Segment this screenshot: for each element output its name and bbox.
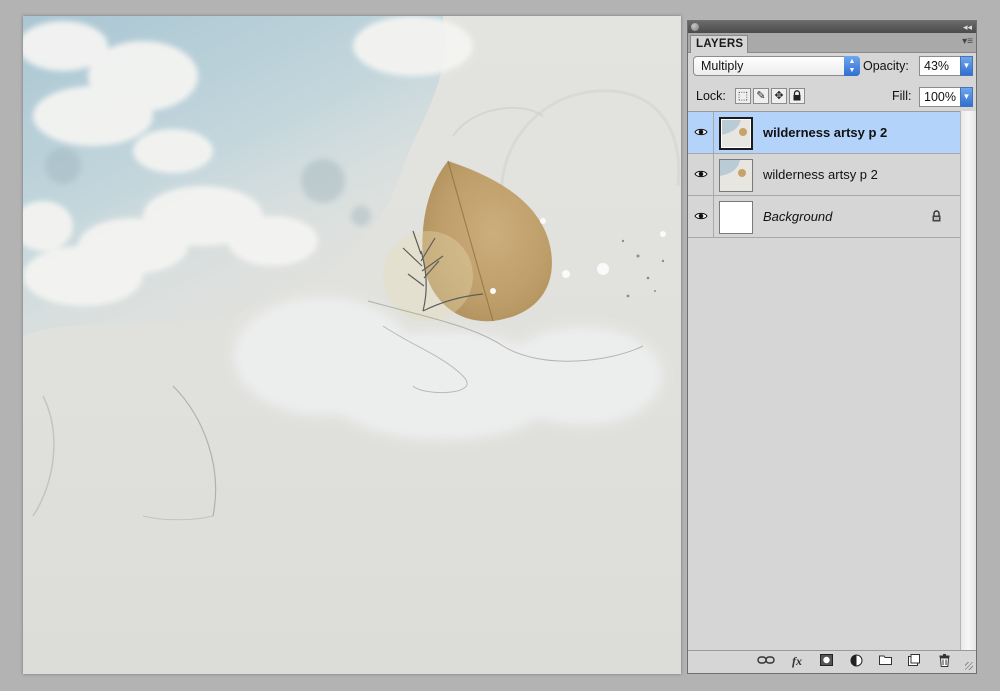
layer-mask-icon[interactable] — [818, 654, 834, 669]
link-layers-icon[interactable] — [756, 654, 776, 669]
artwork — [23, 16, 681, 521]
layer-name[interactable]: wilderness artsy p 2 — [763, 167, 878, 182]
lock-label: Lock: — [696, 89, 726, 103]
lock-transparency-icon[interactable]: ⬚ — [735, 88, 751, 104]
layers-scrollbar[interactable] — [960, 111, 976, 651]
document-canvas[interactable] — [23, 16, 681, 674]
fill-label: Fill: — [892, 89, 912, 103]
lock-all-icon[interactable] — [789, 88, 805, 104]
updown-arrows-icon: ▲ ▼ — [844, 56, 860, 76]
panel-tab-row: LAYERS ▾≡ — [688, 33, 976, 53]
layer-name[interactable]: wilderness artsy p 2 — [763, 125, 887, 140]
fill-field[interactable]: 100% — [919, 87, 961, 107]
layers-panel: ◂◂ LAYERS ▾≡ Multiply ▲ ▼ Opacity: 43% ▼ … — [687, 20, 977, 674]
eye-icon — [694, 170, 708, 178]
lock-row: Lock: ⬚ ✎ ✥ Fill: 100% ▼ — [692, 87, 973, 109]
blend-mode-value: Multiply — [701, 59, 744, 73]
layer-name[interactable]: Background — [763, 209, 832, 224]
resize-grip-icon[interactable] — [965, 662, 973, 670]
opacity-label: Opacity: — [863, 59, 909, 73]
panel-menu-icon[interactable]: ▾≡ — [962, 36, 973, 47]
lock-position-icon[interactable]: ✥ — [771, 88, 787, 104]
opacity-field[interactable]: 43% — [919, 56, 961, 76]
panel-bottom-toolbar: fx — [688, 650, 976, 673]
visibility-toggle[interactable] — [688, 154, 714, 195]
new-group-icon[interactable] — [877, 654, 893, 669]
visibility-toggle[interactable] — [688, 112, 714, 153]
blend-mode-select[interactable]: Multiply ▲ ▼ — [693, 56, 860, 76]
close-icon[interactable] — [691, 23, 699, 31]
adjustment-layer-icon[interactable] — [848, 654, 864, 669]
collapse-icon[interactable]: ◂◂ — [963, 21, 972, 33]
blend-row: Multiply ▲ ▼ Opacity: 43% ▼ — [692, 56, 973, 78]
lock-paint-icon[interactable]: ✎ — [753, 88, 769, 104]
visibility-toggle[interactable] — [688, 196, 714, 237]
layer-row[interactable]: wilderness artsy p 2 — [688, 112, 960, 154]
layers-list: wilderness artsy p 2 wilderness artsy p … — [688, 111, 960, 652]
layer-thumbnail — [719, 117, 753, 150]
trash-icon[interactable] — [936, 654, 952, 669]
eye-icon — [694, 212, 708, 220]
layer-thumbnail — [719, 159, 753, 192]
lock-icon — [932, 210, 941, 222]
opacity-dropdown-icon[interactable]: ▼ — [960, 56, 973, 76]
eye-icon — [694, 128, 708, 136]
layer-row[interactable]: Background — [688, 196, 960, 238]
layer-thumbnail — [719, 201, 753, 234]
panel-titlebar[interactable]: ◂◂ — [688, 21, 976, 33]
layer-row[interactable]: wilderness artsy p 2 — [688, 154, 960, 196]
tab-layers[interactable]: LAYERS — [690, 35, 748, 53]
new-layer-icon[interactable] — [906, 654, 922, 669]
fx-icon[interactable]: fx — [786, 654, 808, 669]
fill-dropdown-icon[interactable]: ▼ — [960, 87, 973, 107]
